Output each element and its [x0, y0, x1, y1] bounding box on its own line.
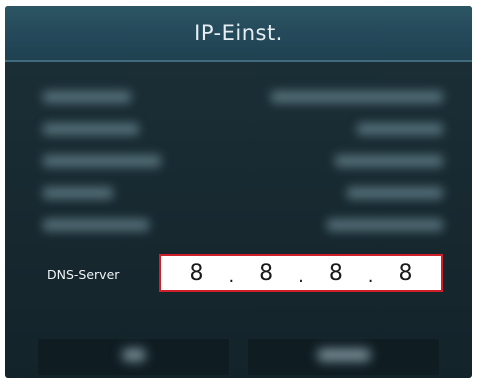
settings-row-value [347, 187, 443, 203]
dns-octet-2[interactable]: 8 [259, 261, 273, 286]
settings-row-label [43, 187, 113, 203]
settings-row[interactable] [43, 219, 443, 243]
settings-row[interactable] [43, 91, 443, 115]
settings-row-label [43, 155, 161, 171]
dns-octet-4[interactable]: 8 [399, 261, 413, 286]
settings-row-value [357, 123, 443, 139]
ok-button[interactable] [38, 339, 229, 375]
dns-octet-3[interactable]: 8 [329, 261, 343, 286]
settings-row[interactable] [43, 123, 443, 147]
settings-row-label [43, 91, 131, 107]
dns-separator: . [367, 265, 374, 287]
dns-server-input[interactable]: 8 . 8 . 8 . 8 [159, 254, 443, 292]
settings-row-value [327, 219, 443, 235]
settings-row-value [335, 155, 443, 171]
settings-row-label [43, 219, 149, 235]
settings-row[interactable] [43, 187, 443, 211]
dns-server-label: DNS-Server [47, 267, 120, 282]
cancel-button-label [317, 349, 370, 365]
dns-octet-1[interactable]: 8 [189, 261, 203, 286]
settings-row-value [271, 91, 443, 107]
settings-row-label [43, 123, 139, 139]
dns-separator: . [228, 265, 235, 287]
ok-button-label [122, 349, 145, 365]
dns-separator: . [298, 265, 304, 287]
dialog-titlebar: IP-Einst. [5, 6, 472, 62]
cancel-button[interactable] [248, 339, 439, 375]
settings-row[interactable] [43, 155, 443, 179]
ip-settings-dialog: IP-Einst. DNS-Server 8 . 8 . 8 . 8 [5, 6, 472, 378]
dialog-title: IP-Einst. [194, 21, 283, 45]
